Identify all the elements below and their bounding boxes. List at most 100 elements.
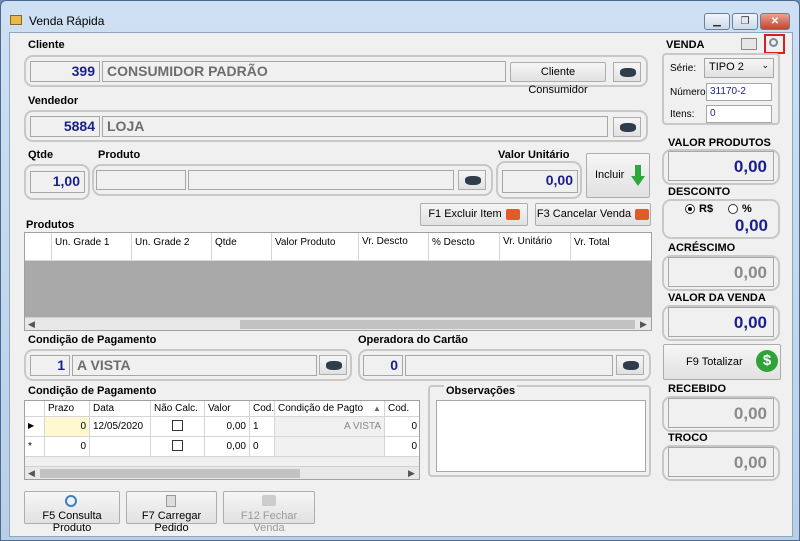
consulta-produto-button[interactable]: F5 Consulta Produto xyxy=(24,491,120,534)
condicao-grid-label: Condição de Pagamento xyxy=(28,385,157,397)
condicao-grid[interactable]: Prazo Data Não Calc. Valor Cod. Condição… xyxy=(24,400,420,480)
prazo-cell[interactable]: 0 xyxy=(45,437,90,457)
column-header[interactable]: Qtde xyxy=(212,233,272,261)
troco-label: TROCO xyxy=(668,432,708,444)
chevron-down-icon: ⌄ xyxy=(761,60,769,70)
fechar-venda-button[interactable]: F12 Fechar Venda xyxy=(223,491,315,534)
nao-calc-checkbox[interactable] xyxy=(172,440,183,451)
cancelar-venda-button[interactable]: F3 Cancelar Venda xyxy=(535,203,651,226)
produto-description-field[interactable] xyxy=(188,170,454,190)
valor-cell[interactable]: 0,00 xyxy=(205,437,250,457)
cliente-code-field[interactable]: 399 xyxy=(30,61,100,82)
cod-cell[interactable]: 0 xyxy=(250,437,275,457)
operadora-name-field[interactable] xyxy=(405,355,613,376)
scroll-left-icon[interactable]: ◀ xyxy=(25,467,38,479)
cart-remove-icon xyxy=(505,208,520,220)
serie-select[interactable]: TIPO 2 ⌄ xyxy=(704,58,774,78)
vendedor-name-field[interactable]: LOJA xyxy=(102,116,608,137)
produto-search-button[interactable] xyxy=(458,170,486,190)
data-cell[interactable] xyxy=(90,437,151,457)
column-header[interactable]: Valor Produto xyxy=(272,233,359,261)
column-header[interactable]: Vr. Unitário xyxy=(500,233,571,261)
cliente-name-field[interactable]: CONSUMIDOR PADRÃO xyxy=(102,61,506,82)
operadora-search-button[interactable] xyxy=(616,355,644,375)
binoculars-icon xyxy=(465,176,481,185)
operadora-code-field[interactable]: 0 xyxy=(363,355,403,376)
prazo-cell[interactable]: 0 xyxy=(45,417,90,437)
form-area: Cliente 399 CONSUMIDOR PADRÃO Cliente Co… xyxy=(9,32,793,537)
produtos-hscrollbar[interactable]: ◀ ▶ xyxy=(25,317,651,330)
pagamento-search-button[interactable] xyxy=(319,355,347,375)
produto-code-field[interactable] xyxy=(96,170,186,190)
produtos-grid[interactable]: Un. Grade 1 Un. Grade 2 Qtde Valor Produ… xyxy=(24,232,652,331)
serie-value: TIPO 2 xyxy=(709,61,744,73)
binoculars-icon xyxy=(326,361,342,370)
cod2-cell[interactable]: 0 xyxy=(385,417,419,437)
column-header[interactable]: Data xyxy=(90,401,151,417)
close-button[interactable]: ✕ xyxy=(760,13,790,30)
qtde-field[interactable]: 1,00 xyxy=(30,171,85,193)
cliente-consumidor-button[interactable]: Cliente Consumidor xyxy=(510,62,606,96)
column-header[interactable]: % Descto xyxy=(429,233,500,261)
cod2-cell[interactable]: 0 xyxy=(385,437,419,457)
cart-icon xyxy=(262,495,276,506)
pagamento-label: Condição de Pagamento xyxy=(28,334,157,346)
cliente-search-button[interactable] xyxy=(613,62,641,82)
carregar-pedido-button[interactable]: F7 Carregar Pedido xyxy=(126,491,217,534)
cod-cell[interactable]: 1 xyxy=(250,417,275,437)
desconto-field[interactable]: 0,00 xyxy=(668,216,774,236)
valor-cell[interactable]: 0,00 xyxy=(205,417,250,437)
column-header[interactable]: Valor xyxy=(205,401,250,417)
scroll-left-icon[interactable]: ◀ xyxy=(25,318,38,330)
nao-calc-checkbox[interactable] xyxy=(172,420,183,431)
observacoes-label: Observações xyxy=(444,385,518,397)
valor-unitario-field[interactable]: 0,00 xyxy=(502,170,578,193)
scroll-thumb[interactable] xyxy=(40,469,300,478)
numero-field[interactable]: 31170-2 xyxy=(706,83,772,101)
recebido-field[interactable]: 0,00 xyxy=(668,398,774,428)
totalizar-button[interactable]: F9 Totalizar $ xyxy=(663,344,781,380)
column-header[interactable]: Cod. xyxy=(250,401,275,417)
column-header[interactable]: Condição de Pagto xyxy=(275,401,385,417)
pagamento-code-field[interactable]: 1 xyxy=(30,355,70,376)
column-header[interactable]: Vr. Descto xyxy=(359,233,429,261)
restore-button[interactable]: ❐ xyxy=(732,13,758,30)
recebido-label: RECEBIDO xyxy=(668,383,727,395)
column-header[interactable]: Prazo xyxy=(45,401,90,417)
column-header[interactable]: Un. Grade 2 xyxy=(132,233,212,261)
pagamento-name-field[interactable]: A VISTA xyxy=(72,355,317,376)
serie-label: Série: xyxy=(670,63,697,74)
sort-up-icon: ▲ xyxy=(373,404,381,413)
cart-cancel-icon xyxy=(635,208,650,220)
column-header[interactable]: Un. Grade 1 xyxy=(52,233,132,261)
document-icon xyxy=(166,495,176,507)
produto-label: Produto xyxy=(98,149,141,161)
fechar-venda-label: F12 Fechar Venda xyxy=(240,510,298,534)
minimize-button[interactable]: ▁ xyxy=(704,13,730,30)
excluir-item-button[interactable]: F1 Excluir Item xyxy=(420,203,528,226)
print-icon[interactable] xyxy=(741,38,757,50)
search-venda-button[interactable] xyxy=(764,34,785,54)
itens-field[interactable]: 0 xyxy=(706,105,772,123)
vendedor-label: Vendedor xyxy=(28,95,79,107)
scroll-right-icon[interactable]: ▶ xyxy=(637,318,650,330)
valor-venda-field: 0,00 xyxy=(668,307,774,337)
column-header[interactable]: Não Calc. xyxy=(151,401,205,417)
vendedor-search-button[interactable] xyxy=(613,117,641,137)
condicao-hscrollbar[interactable]: ◀ ▶ xyxy=(25,466,419,479)
scroll-thumb[interactable] xyxy=(240,320,635,329)
observacoes-textarea[interactable] xyxy=(436,400,646,472)
data-cell[interactable]: 12/05/2020 xyxy=(90,417,151,437)
scroll-right-icon[interactable]: ▶ xyxy=(405,467,418,479)
column-header[interactable]: Vr. Total xyxy=(571,233,651,261)
nao-calc-cell[interactable] xyxy=(151,437,205,457)
acrescimo-field[interactable]: 0,00 xyxy=(668,257,774,287)
incluir-button[interactable]: Incluir xyxy=(586,153,650,198)
column-header[interactable]: Cod. xyxy=(385,401,419,417)
condicao-cell[interactable] xyxy=(275,437,385,457)
nao-calc-cell[interactable] xyxy=(151,417,205,437)
condicao-cell[interactable]: A VISTA xyxy=(275,417,385,437)
numero-label: Número: xyxy=(670,87,709,98)
vendedor-code-field[interactable]: 5884 xyxy=(30,116,100,137)
main-window: Venda Rápida ▁ ❐ ✕ Cliente 399 CONSUMIDO… xyxy=(0,0,800,541)
